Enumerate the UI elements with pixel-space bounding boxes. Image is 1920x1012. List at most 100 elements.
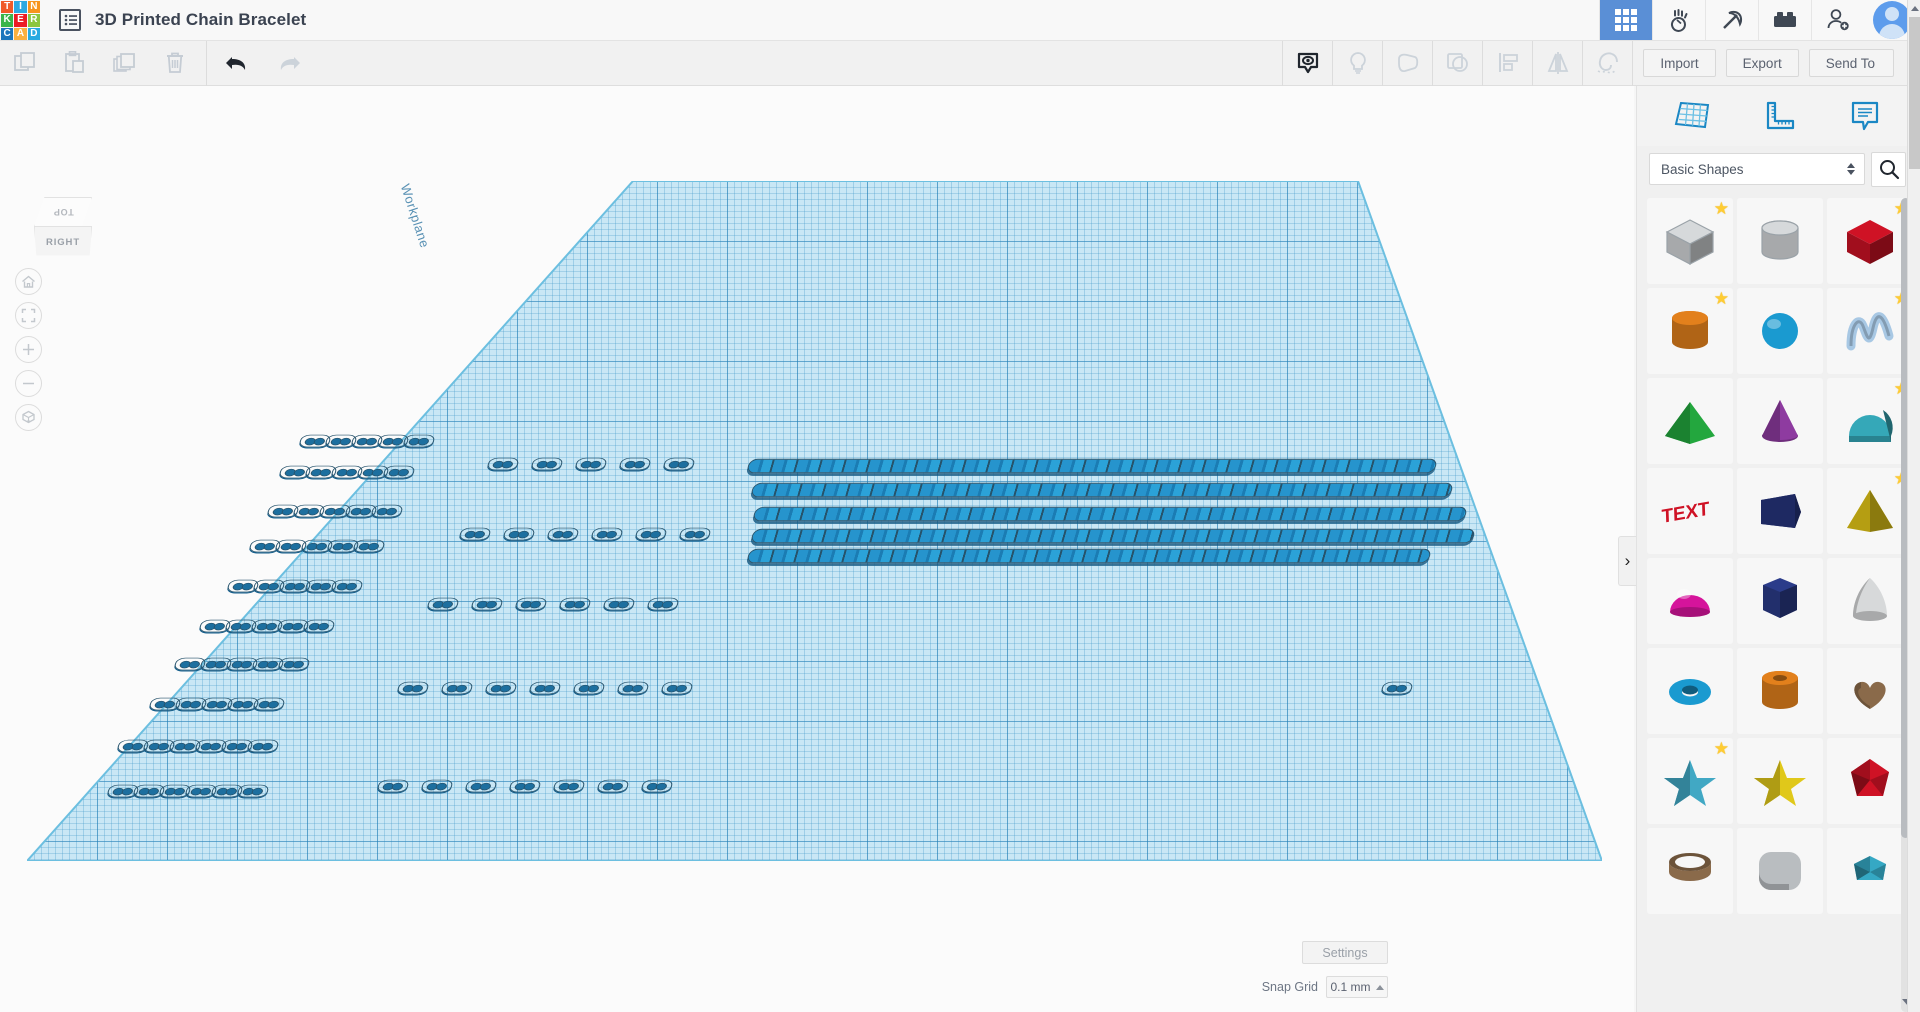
workplane-tab[interactable] (1661, 92, 1723, 140)
show-hide-eye-button[interactable] (1283, 41, 1332, 86)
purple-cone-shape[interactable] (1737, 378, 1823, 464)
align-button[interactable] (1483, 41, 1532, 86)
3d-viewport[interactable]: Workplane TOP RIGHT (0, 86, 1634, 1012)
magnet-button[interactable] (1583, 41, 1632, 86)
project-title[interactable]: 3D Printed Chain Bracelet (95, 0, 306, 40)
add-user-icon-button[interactable] (1811, 0, 1864, 40)
shape-category-dropdown[interactable]: Basic Shapes (1649, 153, 1865, 185)
brown-heart-shape-glyph (1839, 662, 1901, 720)
logo-tile-c-6: C (1, 28, 13, 40)
hollow-box-shape[interactable]: ★ (1647, 198, 1733, 284)
object-tool-group (1282, 41, 1633, 86)
teal-gem-shape[interactable] (1827, 828, 1907, 914)
eye-visibility-icon (1295, 50, 1321, 76)
search-shapes-button[interactable] (1871, 152, 1906, 187)
copy-button[interactable] (0, 41, 50, 86)
trash-icon (162, 50, 188, 76)
navy-polygon-shape[interactable] (1737, 468, 1823, 554)
logo-tile-i-1: I (14, 1, 26, 13)
user-avatar (1873, 1, 1911, 39)
text-shape[interactable]: TEXT (1647, 468, 1733, 554)
ungroup-shapes-icon (1445, 50, 1471, 76)
top-bar: TINKERCAD 3D Printed Chain Bracelet (0, 0, 1920, 41)
chain-strip-3[interactable] (752, 507, 1468, 521)
logo-tile-d-8: D (28, 28, 40, 40)
notes-icon (1845, 99, 1885, 133)
window-scroll-up-button[interactable] (1908, 1, 1920, 16)
zoom-out-button[interactable] (15, 370, 42, 397)
yellow-pyramid-shape[interactable]: ★ (1827, 468, 1907, 554)
brown-ring-shape-glyph (1659, 842, 1721, 900)
blue-torus-shape[interactable] (1647, 648, 1733, 734)
duplicate-button[interactable] (100, 41, 150, 86)
favorite-star-icon[interactable]: ★ (1714, 290, 1729, 307)
ungroup-shapes-button[interactable] (1433, 41, 1482, 86)
green-roof-shape[interactable] (1647, 378, 1733, 464)
favorite-star-icon[interactable]: ★ (1714, 740, 1729, 757)
hollow-cylinder-shape[interactable] (1737, 198, 1823, 284)
perspective-toggle-button[interactable] (15, 404, 42, 431)
tinkercad-logo[interactable]: TINKERCAD (0, 0, 41, 41)
snap-grid-select[interactable]: 0.1 mm (1326, 976, 1388, 998)
import-button[interactable]: Import (1643, 49, 1715, 77)
chain-strip-5[interactable] (746, 549, 1432, 563)
teal-star-shape[interactable]: ★ (1647, 738, 1733, 824)
gray-rounded-cube-shape[interactable] (1737, 828, 1823, 914)
magenta-dome-shape[interactable] (1647, 558, 1733, 644)
light-bulb-button[interactable] (1333, 41, 1382, 86)
undo-button[interactable] (213, 41, 263, 86)
scribble-shape[interactable]: ★ (1827, 288, 1907, 374)
yellow-star-shape[interactable] (1737, 738, 1823, 824)
mirror-flip-icon (1545, 50, 1571, 76)
orange-tube-shape-glyph (1749, 662, 1811, 720)
view-cube-top-label: TOP (53, 207, 74, 217)
hand-gesture-icon-button[interactable] (1652, 0, 1705, 40)
purple-cone-shape-glyph (1749, 392, 1811, 450)
shapes-panel: Basic Shapes ★★★★★TEXT★★ (1636, 86, 1920, 1012)
blue-hexagon-prism-shape[interactable] (1737, 558, 1823, 644)
viewport-nav-buttons (15, 268, 42, 438)
home-view-button[interactable] (15, 268, 42, 295)
window-scrollbar[interactable] (1907, 0, 1920, 1012)
mirror-button[interactable] (1533, 41, 1582, 86)
group-shapes-button[interactable] (1383, 41, 1432, 86)
panel-collapse-toggle[interactable]: › (1618, 536, 1636, 586)
yellow-star-shape-glyph (1749, 752, 1811, 810)
view-cube-top-face[interactable]: TOP (34, 197, 92, 227)
panel-tab-bar (1637, 86, 1920, 146)
blue-sphere-shape-glyph (1749, 302, 1811, 360)
orange-cylinder-shape[interactable]: ★ (1647, 288, 1733, 374)
chain-strip-1[interactable] (746, 459, 1438, 473)
send-to-button[interactable]: Send To (1809, 49, 1894, 77)
orange-tube-shape[interactable] (1737, 648, 1823, 734)
settings-button[interactable]: Settings (1302, 941, 1388, 964)
blue-sphere-shape[interactable] (1737, 288, 1823, 374)
favorite-star-icon[interactable]: ★ (1714, 200, 1729, 217)
paste-button[interactable] (50, 41, 100, 86)
view-cube-front-face[interactable]: RIGHT (34, 226, 92, 258)
white-paraboloid-shape[interactable] (1827, 558, 1907, 644)
window-scrollbar-thumb[interactable] (1909, 17, 1920, 169)
delete-button[interactable] (150, 41, 200, 86)
lego-brick-icon-button[interactable] (1758, 0, 1811, 40)
fit-to-view-button[interactable] (15, 302, 42, 329)
red-polyhedron-shape[interactable] (1827, 738, 1907, 824)
red-box-shape[interactable]: ★ (1827, 198, 1907, 284)
shape-library-grid[interactable]: ★★★★★TEXT★★ (1637, 194, 1907, 1012)
brown-ring-shape[interactable] (1647, 828, 1733, 914)
ruler-tab[interactable] (1747, 92, 1809, 140)
redo-button[interactable] (263, 41, 313, 86)
view-cube[interactable]: TOP RIGHT (28, 197, 98, 259)
project-list-button[interactable] (41, 0, 95, 40)
chain-strip-2[interactable] (750, 483, 1454, 497)
zoom-in-button[interactable] (15, 336, 42, 363)
notes-tab[interactable] (1834, 92, 1896, 140)
chain-strip-4[interactable] (750, 529, 1476, 543)
gallery-grid-icon-button[interactable] (1599, 0, 1652, 40)
export-button[interactable]: Export (1726, 49, 1799, 77)
brown-heart-shape[interactable] (1827, 648, 1907, 734)
teal-half-cylinder-shape[interactable]: ★ (1827, 378, 1907, 464)
magnet-icon (1594, 50, 1622, 76)
workplane-wrap: Workplane (0, 86, 1634, 1012)
pickaxe-icon-button[interactable] (1705, 0, 1758, 40)
